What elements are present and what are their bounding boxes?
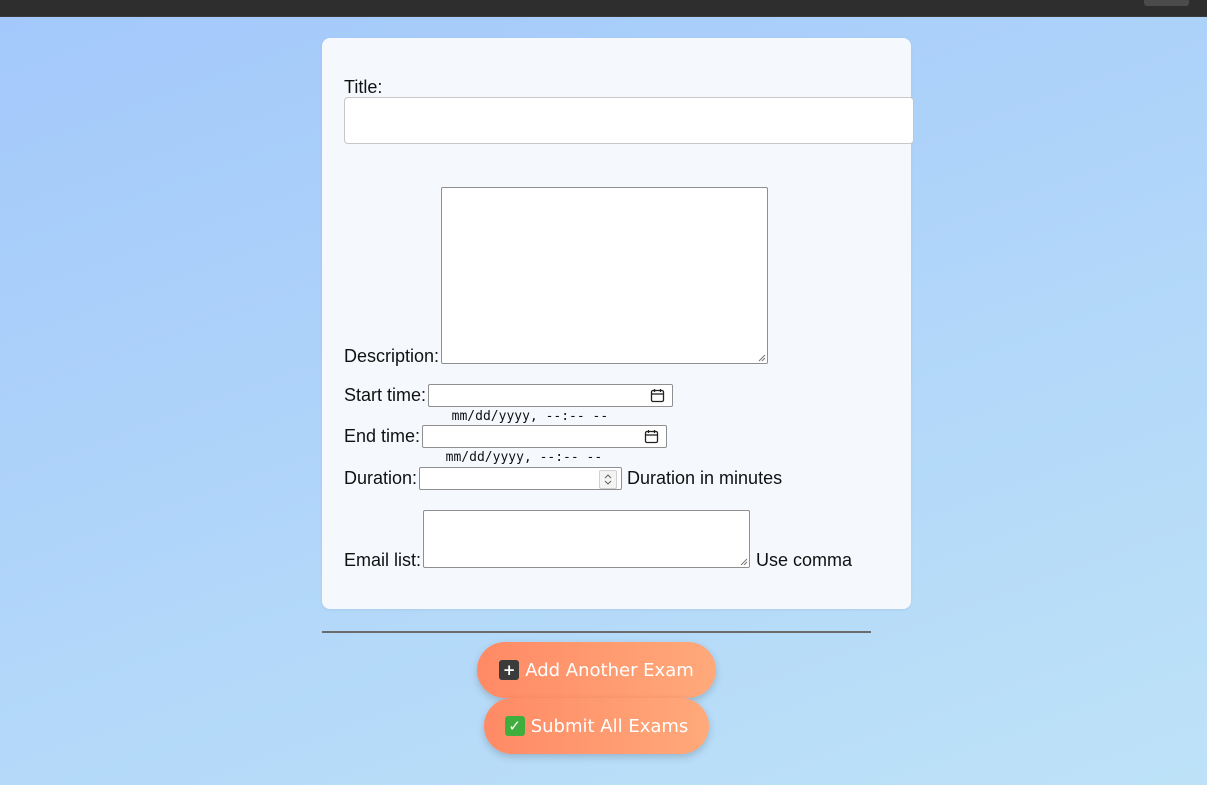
- start-time-label: Start time:: [344, 385, 427, 405]
- submit-all-exams-button[interactable]: ✓ Submit All Exams: [484, 698, 709, 754]
- add-another-exam-button[interactable]: + Add Another Exam: [477, 642, 716, 698]
- resize-grip-icon[interactable]: [756, 352, 766, 362]
- email-list-textarea[interactable]: [423, 510, 750, 568]
- submit-exams-label: Submit All Exams: [530, 715, 689, 737]
- calendar-icon[interactable]: [644, 429, 659, 444]
- title-label: Title:: [344, 77, 383, 97]
- check-icon: ✓: [504, 716, 525, 736]
- start-time-input[interactable]: mm/dd/yyyy, --:-- --: [428, 384, 673, 424]
- spinner-arrows-icon: [604, 474, 612, 485]
- duration-input[interactable]: [419, 467, 622, 490]
- add-exam-label: Add Another Exam: [525, 659, 694, 681]
- end-time-label: End time:: [344, 426, 421, 446]
- window-control-button[interactable]: [1144, 0, 1189, 6]
- email-list-label: Email list:: [344, 550, 422, 570]
- resize-grip-icon[interactable]: [738, 556, 748, 566]
- end-time-input[interactable]: mm/dd/yyyy, --:-- --: [422, 425, 667, 465]
- number-spinner[interactable]: [599, 470, 617, 489]
- end-time-placeholder: mm/dd/yyyy, --:-- --: [445, 450, 603, 465]
- calendar-icon[interactable]: [650, 388, 665, 403]
- duration-hint: Duration in minutes: [627, 468, 783, 488]
- description-label: Description:: [344, 346, 440, 366]
- duration-label: Duration:: [344, 468, 418, 488]
- description-textarea[interactable]: [441, 187, 768, 364]
- start-time-placeholder: mm/dd/yyyy, --:-- --: [451, 409, 609, 424]
- email-hint: Use comma: [756, 550, 853, 570]
- browser-top-bar: [0, 0, 1207, 17]
- section-divider: [322, 631, 871, 633]
- title-input[interactable]: [344, 97, 914, 144]
- plus-icon: +: [499, 660, 520, 680]
